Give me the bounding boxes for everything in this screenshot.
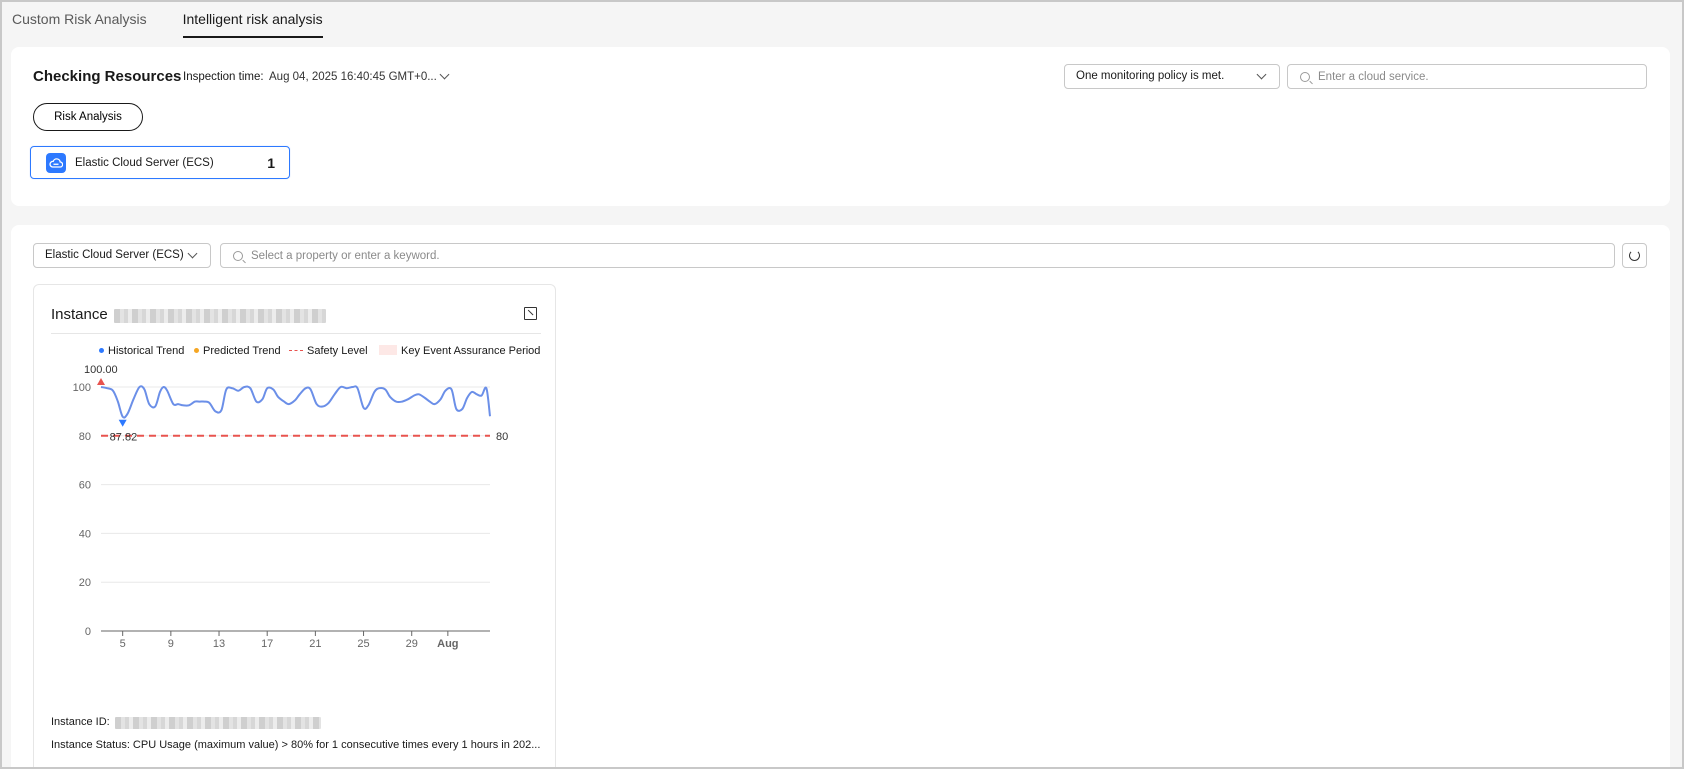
legend-label: Predicted Trend [203,345,281,357]
legend-predicted[interactable]: Predicted Trend [194,345,281,357]
chart-legend: Historical Trend Predicted Trend Safety … [34,342,557,360]
tab-custom-risk-analysis[interactable]: Custom Risk Analysis [12,0,147,38]
instances-panel: Elastic Cloud Server (ECS) Instance Hist… [11,225,1670,769]
cloud-service-search[interactable] [1287,64,1647,89]
refresh-button[interactable] [1622,243,1647,268]
historical-trend-line [100,385,491,419]
trend-chart: 0 20 40 60 80 100 5 9 13 17 21 25 29 Aug 100.00 87.82 80 [73,365,509,650]
checking-resources-panel: Checking Resources Inspection time: Aug … [11,47,1670,206]
x-tick-label: 29 [406,638,418,650]
masked-instance-name [114,309,326,323]
property-search[interactable] [220,243,1615,268]
min-value-label: 87.82 [110,432,138,444]
page-title: Checking Resources [33,68,182,85]
legend-key-event[interactable]: Key Event Assurance Period [379,345,540,357]
instance-title: Instance [51,306,108,323]
service-type-select-value: Elastic Cloud Server (ECS) [45,249,184,261]
x-tick-label: 17 [261,638,273,650]
y-tick-label: 40 [79,528,91,540]
risk-analysis-button[interactable]: Risk Analysis [33,103,143,131]
x-tick-label: 25 [357,638,369,650]
chevron-down-icon [187,248,198,259]
cloud-service-search-input[interactable] [1318,65,1640,88]
property-search-input[interactable] [251,244,1608,267]
search-icon [233,251,243,261]
inspection-time-chevron-down-icon[interactable] [439,69,450,80]
legend-label: Historical Trend [108,345,185,357]
instance-id-label: Instance ID: [51,716,110,728]
instance-status-text: Instance Status: CPU Usage (maximum valu… [51,739,541,751]
y-tick-label: 80 [79,431,91,443]
service-type-select[interactable]: Elastic Cloud Server (ECS) [33,243,211,268]
legend-label: Safety Level [307,345,368,357]
legend-safety-level[interactable]: Safety Level [289,345,368,357]
inspection-time-label: Inspection time: [183,71,264,83]
service-card-ecs[interactable]: Elastic Cloud Server (ECS) 1 [30,146,290,179]
inspection-time-value: Aug 04, 2025 16:40:45 GMT+0... [269,71,437,83]
x-tick-label: Aug [437,638,458,650]
masked-instance-id [115,717,321,729]
legend-rect-icon [379,345,397,356]
expand-icon[interactable] [524,307,537,320]
x-tick-label: 21 [309,638,321,650]
x-tick-label: 13 [213,638,225,650]
max-value-label: 100.00 [84,365,118,376]
y-tick-label: 60 [79,480,91,492]
max-marker [97,378,105,385]
legend-dot-icon [194,347,199,353]
service-card-name: Elastic Cloud Server (ECS) [75,157,214,169]
y-tick-label: 100 [73,382,91,394]
legend-dash-icon [289,349,303,351]
policy-select-value: One monitoring policy is met. [1076,70,1225,82]
refresh-icon [1629,250,1640,261]
card-divider [51,333,541,334]
x-tick-label: 9 [168,638,174,650]
tab-intelligent-risk-analysis[interactable]: Intelligent risk analysis [182,0,323,38]
ecs-cloud-icon [46,153,66,173]
policy-select[interactable]: One monitoring policy is met. [1064,64,1280,89]
x-tick-label: 5 [120,638,126,650]
legend-label: Key Event Assurance Period [401,345,541,357]
chevron-down-icon [1256,69,1267,80]
safety-level-label: 80 [496,431,508,443]
tab-bar: Custom Risk Analysis Intelligent risk an… [12,0,359,38]
search-icon [1300,72,1310,82]
service-card-count: 1 [267,155,275,171]
y-tick-label: 0 [85,626,91,638]
legend-historical[interactable]: Historical Trend [99,345,184,357]
y-tick-label: 20 [79,577,91,589]
legend-dot-icon [99,347,104,353]
instance-card: Instance Historical Trend Predicted Tren… [33,284,556,769]
min-marker [118,419,127,427]
